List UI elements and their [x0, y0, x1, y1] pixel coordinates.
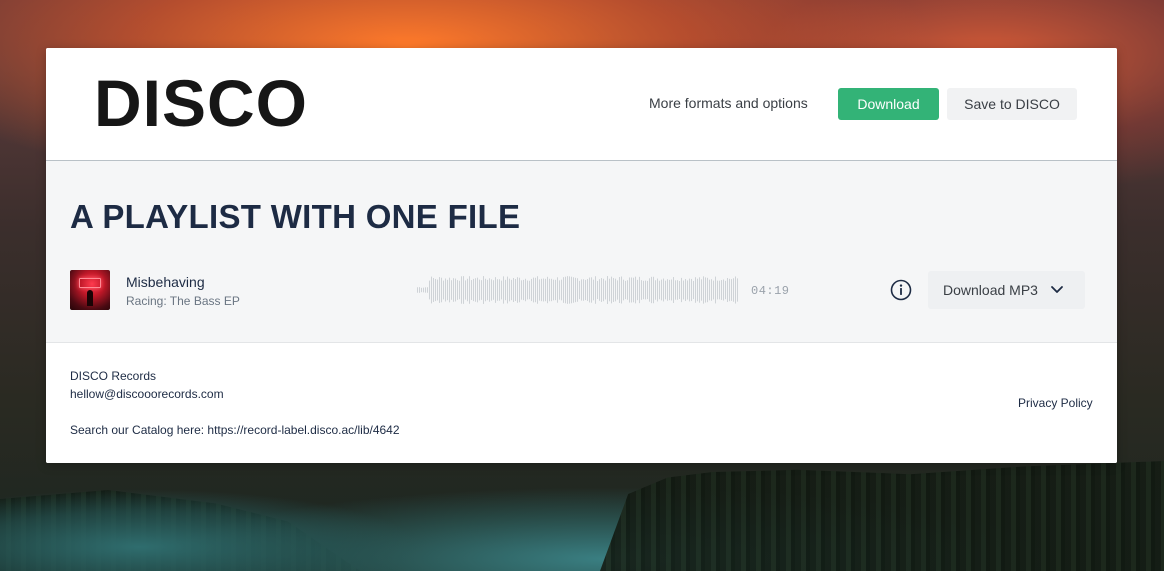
track-cover-art[interactable] [70, 270, 110, 310]
background-treeline-right [600, 461, 1164, 571]
cover-neon-sign [79, 278, 101, 288]
download-mp3-button[interactable]: Download MP3 [928, 271, 1085, 309]
waveform-player[interactable] [417, 274, 741, 306]
footer-label-name: DISCO Records [70, 369, 157, 383]
cover-figure [87, 290, 93, 306]
privacy-policy-link[interactable]: Privacy Policy [1018, 396, 1093, 410]
download-mp3-label: Download MP3 [943, 282, 1038, 298]
playlist-card: DISCO More formats and options Download … [46, 48, 1117, 463]
header: DISCO More formats and options Download … [46, 48, 1117, 161]
track-title: Misbehaving [126, 274, 205, 290]
more-formats-link[interactable]: More formats and options [649, 95, 808, 111]
footer-email[interactable]: hellow@discooorecords.com [70, 387, 224, 401]
track-row[interactable]: Misbehaving Racing: The Bass EP 04:19 Do… [70, 270, 1093, 310]
info-icon[interactable] [890, 279, 912, 301]
track-subtitle: Racing: The Bass EP [126, 294, 240, 308]
playlist-section: A PLAYLIST WITH ONE FILE Misbehaving Rac… [46, 161, 1117, 343]
footer: DISCO Records hellow@discooorecords.com … [46, 343, 1117, 463]
track-duration: 04:19 [751, 284, 790, 298]
download-button[interactable]: Download [838, 88, 939, 120]
playlist-title: A PLAYLIST WITH ONE FILE [70, 198, 521, 235]
chevron-down-icon[interactable] [1046, 279, 1068, 301]
footer-catalog[interactable]: Search our Catalog here: https://record-… [70, 423, 400, 437]
disco-logo[interactable]: DISCO [94, 70, 308, 136]
save-to-disco-button[interactable]: Save to DISCO [947, 88, 1077, 120]
